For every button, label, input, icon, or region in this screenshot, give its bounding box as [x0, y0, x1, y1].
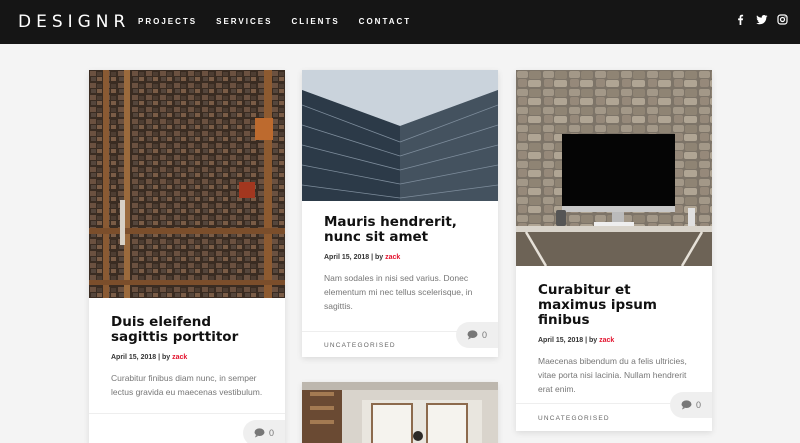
nav-services[interactable]: SERVICES	[216, 17, 272, 26]
top-navigation-bar: DESIGNR PROJECTS SERVICES CLIENTS CONTAC…	[0, 0, 800, 44]
comment-count: 0	[481, 330, 487, 340]
post-title[interactable]: Duis eleifend sagittis porttitor	[111, 315, 263, 345]
post-title[interactable]: Curabitur et maximus ipsum finibus	[538, 283, 690, 328]
main-nav: PROJECTS SERVICES CLIENTS CONTACT	[138, 17, 430, 26]
comment-count: 0	[268, 428, 274, 438]
post-author-link[interactable]: zack	[172, 354, 187, 361]
post-card[interactable]	[302, 382, 498, 443]
post-date: April 15, 2018	[111, 354, 157, 361]
nav-clients[interactable]: CLIENTS	[291, 17, 339, 26]
post-meta: April 15, 2018 | by zack	[324, 254, 476, 261]
post-excerpt: Nam sodales in nisi sed varius. Donec el…	[324, 273, 473, 311]
comment-icon	[254, 428, 265, 438]
comments-button[interactable]: 0	[670, 392, 712, 418]
meta-separator: | by	[156, 354, 173, 361]
nav-projects[interactable]: PROJECTS	[138, 17, 197, 26]
post-card[interactable]: Mauris hendrerit, nunc sit amet April 15…	[302, 70, 498, 357]
post-author-link[interactable]: zack	[385, 254, 400, 261]
social-links	[735, 14, 788, 25]
post-footer: UNCATEGORISED 0	[516, 392, 712, 431]
meta-separator: | by	[583, 337, 600, 344]
post-date: April 15, 2018	[538, 337, 584, 344]
comment-icon	[467, 330, 478, 340]
post-meta: April 15, 2018 | by zack	[111, 354, 263, 361]
post-title[interactable]: Mauris hendrerit, nunc sit amet	[324, 215, 476, 245]
post-image-skyscraper[interactable]	[302, 70, 498, 201]
site-logo[interactable]: DESIGNR	[18, 12, 130, 32]
twitter-icon[interactable]	[756, 14, 768, 25]
post-card[interactable]: Curabitur et maximus ipsum finibus April…	[516, 70, 712, 431]
comment-count: 0	[695, 400, 701, 410]
post-image-desk-imac[interactable]	[516, 70, 712, 266]
post-meta: April 15, 2018 | by zack	[538, 337, 690, 344]
post-date: April 15, 2018	[324, 254, 370, 261]
post-category[interactable]: UNCATEGORISED	[324, 342, 396, 349]
post-image-office[interactable]	[302, 382, 498, 443]
post-image-letterpress[interactable]	[89, 70, 285, 298]
post-excerpt: Maecenas bibendum du a felis ultricies, …	[538, 356, 687, 394]
post-footer: 0	[89, 413, 285, 443]
comment-icon	[681, 400, 692, 410]
comments-button[interactable]: 0	[456, 322, 498, 348]
post-excerpt: Curabitur finibus diam nunc, in semper l…	[111, 373, 263, 397]
post-card[interactable]: Duis eleifend sagittis porttitor April 1…	[89, 70, 285, 443]
nav-contact[interactable]: CONTACT	[359, 17, 412, 26]
comments-button[interactable]: 0	[243, 420, 285, 443]
facebook-icon[interactable]	[735, 14, 746, 25]
post-footer: UNCATEGORISED 0	[302, 322, 498, 357]
instagram-icon[interactable]	[777, 14, 788, 25]
post-author-link[interactable]: zack	[599, 337, 614, 344]
blog-grid: Duis eleifend sagittis porttitor April 1…	[0, 44, 800, 443]
post-category[interactable]: UNCATEGORISED	[538, 415, 610, 422]
meta-separator: | by	[369, 254, 386, 261]
